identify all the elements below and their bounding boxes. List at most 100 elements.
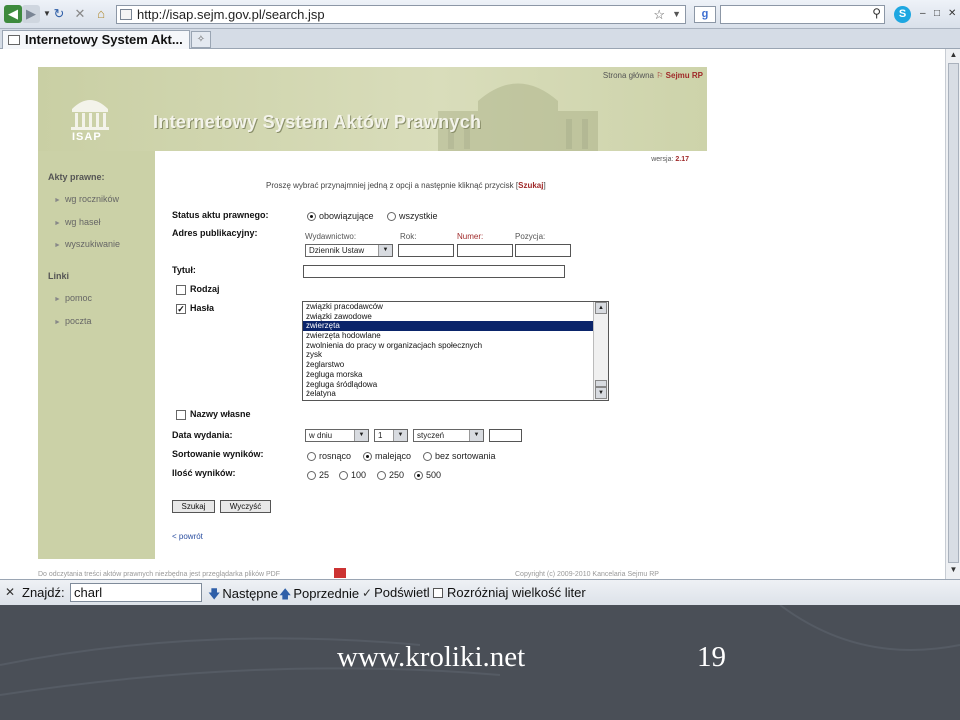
page-viewport: ISAP Internetowy System Aktów Prawnych S… [0,49,945,579]
scroll-down-icon[interactable]: ▼ [948,565,959,576]
number-label: Numer: [457,232,484,241]
scroll-down-icon[interactable]: ▼ [595,387,607,399]
list-item-selected[interactable]: zwierzęta [303,321,608,332]
scroll-thumb[interactable] [948,63,959,563]
position-label: Pozycja: [515,232,546,241]
year-input[interactable] [398,244,454,257]
radio-icon [387,212,396,222]
copyright: Copyright (c) 2009-2010 Kancelaria Sejmu… [515,571,659,578]
listbox-scrollbar[interactable]: ▲ ▼ [593,302,608,400]
new-tab-button[interactable]: ✧ [191,31,211,48]
isap-page: ISAP Internetowy System Aktów Prawnych S… [38,67,707,567]
count-radio-500[interactable]: 500 [414,470,441,481]
highlight-icon: ✓ [362,586,373,600]
minimize-icon[interactable]: – [920,8,926,19]
position-input[interactable] [515,244,571,257]
address-bar[interactable]: http://isap.sejm.gov.pl/search.jsp ☆ ▼ [116,5,686,24]
radio-icon [377,471,386,481]
search-button[interactable]: Szukaj [172,500,215,513]
radio-icon [307,212,316,222]
year-label: Rok: [400,232,417,241]
url-dropdown-icon[interactable]: ▼ [672,6,681,23]
tab-isap[interactable]: Internetowy System Akt... [2,30,190,49]
date-year-input[interactable] [489,429,522,442]
status-radio-all[interactable]: wszystkie [387,211,438,222]
url-text: http://isap.sejm.gov.pl/search.jsp [137,7,325,22]
sidebar-item-poczta[interactable]: ► poczta [54,316,91,326]
title-input[interactable] [303,265,565,278]
bookmark-star-icon[interactable]: ☆ [653,6,665,23]
list-item[interactable]: zysk [303,350,608,360]
date-month-select[interactable]: styczeń ▼ [413,429,484,442]
site-banner: ISAP Internetowy System Aktów Prawnych S… [38,67,707,151]
status-radio-current[interactable]: obowiązujące [307,211,374,222]
list-item[interactable]: żegluga morska [303,370,608,380]
search-engine-icon[interactable]: g [694,6,716,23]
sejm-logo-icon: ⚐ [656,71,664,80]
page-scrollbar[interactable]: ▲ ▼ [945,49,960,579]
count-radio-250[interactable]: 250 [377,470,404,481]
top-nav: Strona główna ⚐ Sejmu RP [603,71,703,80]
rodzaj-checkbox[interactable]: Rodzaj [176,284,220,295]
keyword-listbox[interactable]: związki pracodawców związki zawodowe zwi… [302,301,609,401]
stop-icon[interactable]: ✕ [71,5,89,23]
bullet-icon: ► [54,319,61,326]
sort-radio-desc[interactable]: malejąco [363,451,411,462]
list-item[interactable]: zwierzęta hodowlane [303,331,608,341]
clear-button[interactable]: Wyczyść [220,500,271,513]
date-day-select[interactable]: 1 ▼ [374,429,408,442]
match-case-checkbox[interactable]: Rozróżniaj wielkość liter [433,585,586,600]
close-icon[interactable]: ✕ [5,585,15,599]
search-icon[interactable]: ⚲ [872,6,881,20]
list-item[interactable]: związki pracodawców [303,302,608,312]
tab-page-icon [8,35,20,45]
find-previous-button[interactable]: 🡅 Poprzednie [279,585,359,606]
logo-text: ISAP [72,131,102,143]
back-link[interactable]: < powrót [172,532,203,541]
status-label: Status aktu prawnego: [172,210,269,220]
sejm-building-image [438,83,598,151]
sidebar-item-hasla[interactable]: ► wg haseł [54,217,100,227]
reload-icon[interactable]: ↻ [50,5,68,23]
count-radio-100[interactable]: 100 [339,470,366,481]
sort-radio-none[interactable]: bez sortowania [423,451,496,462]
radio-icon [307,471,316,481]
close-window-icon[interactable]: ✕ [948,8,956,19]
date-mode-select[interactable]: w dniu ▼ [305,429,369,442]
sejm-link[interactable]: Sejmu RP [666,71,703,80]
pdf-icon[interactable] [334,568,346,578]
highlight-button[interactable]: ✓ Podświetl [362,585,430,600]
publisher-select[interactable]: Dziennik Ustaw ▼ [305,244,393,257]
hasla-checkbox[interactable]: ✓ Hasła [176,303,214,314]
radio-icon [307,452,316,462]
number-input[interactable] [457,244,513,257]
scroll-up-icon[interactable]: ▲ [948,50,959,61]
title-label: Tytuł: [172,265,196,275]
find-input[interactable]: charl [70,583,202,602]
home-icon[interactable]: ⌂ [92,5,110,23]
checkbox-icon [176,409,186,420]
count-radio-25[interactable]: 25 [307,470,329,481]
list-item[interactable]: żeglarstwo [303,360,608,370]
search-input[interactable]: ⚲ [720,5,885,24]
maximize-icon[interactable]: □ [934,8,940,19]
list-item[interactable]: żelatyna [303,389,608,399]
sidebar-item-wyszukiwanie[interactable]: ► wyszukiwanie [54,239,120,249]
sort-radio-asc[interactable]: rosnąco [307,451,351,462]
scroll-thumb[interactable] [595,380,607,387]
find-next-button[interactable]: 🡇 Następne [208,585,278,606]
address-label: Adres publikacyjny: [172,228,258,238]
slide-page-number: 19 [697,641,726,673]
home-link[interactable]: Strona główna [603,71,654,80]
back-button[interactable]: ◀ [4,5,22,23]
sidebar-item-roczniki[interactable]: ► wg roczników [54,194,119,204]
nazwy-checkbox[interactable]: Nazwy własne [176,409,251,420]
pdf-notice: Do odczytania treści aktów prawnych niez… [38,571,281,578]
bullet-icon: ► [54,220,61,227]
sidebar-item-pomoc[interactable]: ► pomoc [54,293,92,303]
skype-icon[interactable]: S [894,6,911,23]
list-item[interactable]: związki zawodowe [303,312,608,322]
scroll-up-icon[interactable]: ▲ [595,302,607,314]
list-item[interactable]: zwolnienia do pracy w organizacjach społ… [303,341,608,351]
list-item[interactable]: żegluga śródlądowa [303,380,608,390]
